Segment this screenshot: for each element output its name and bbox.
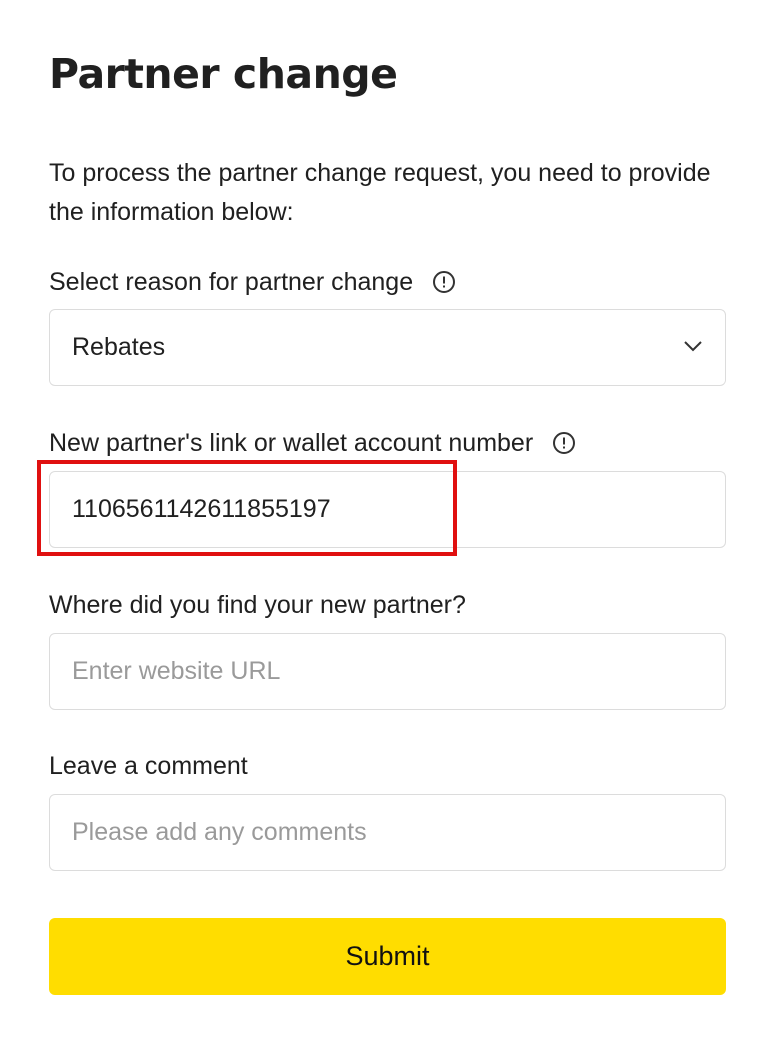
source-label: Where did you find your new partner? (49, 591, 466, 619)
chevron-down-icon (684, 341, 702, 352)
partner-link-field (49, 471, 726, 548)
partner-link-input[interactable] (50, 472, 725, 547)
reason-label-row: Select reason for partner change (49, 266, 456, 298)
partner-link-label: New partner's link or wallet account num… (49, 429, 534, 457)
comment-label-row: Leave a comment (49, 750, 248, 782)
comment-label: Leave a comment (49, 752, 248, 780)
website-url-input[interactable] (50, 634, 725, 709)
reason-select-value: Rebates (72, 333, 166, 361)
source-label-row: Where did you find your new partner? (49, 589, 466, 621)
info-circle-icon[interactable] (553, 432, 576, 454)
source-field (49, 633, 726, 710)
reason-select[interactable]: Rebates (49, 309, 726, 386)
info-circle-icon[interactable] (433, 271, 456, 293)
comment-input[interactable] (50, 795, 725, 870)
intro-text: To process the partner change request, y… (49, 159, 711, 226)
comment-field (49, 794, 726, 871)
submit-button[interactable]: Submit (49, 918, 726, 995)
partner-link-label-row: New partner's link or wallet account num… (49, 427, 576, 459)
reason-label: Select reason for partner change (49, 268, 414, 296)
page-title: Partner change (49, 50, 398, 98)
